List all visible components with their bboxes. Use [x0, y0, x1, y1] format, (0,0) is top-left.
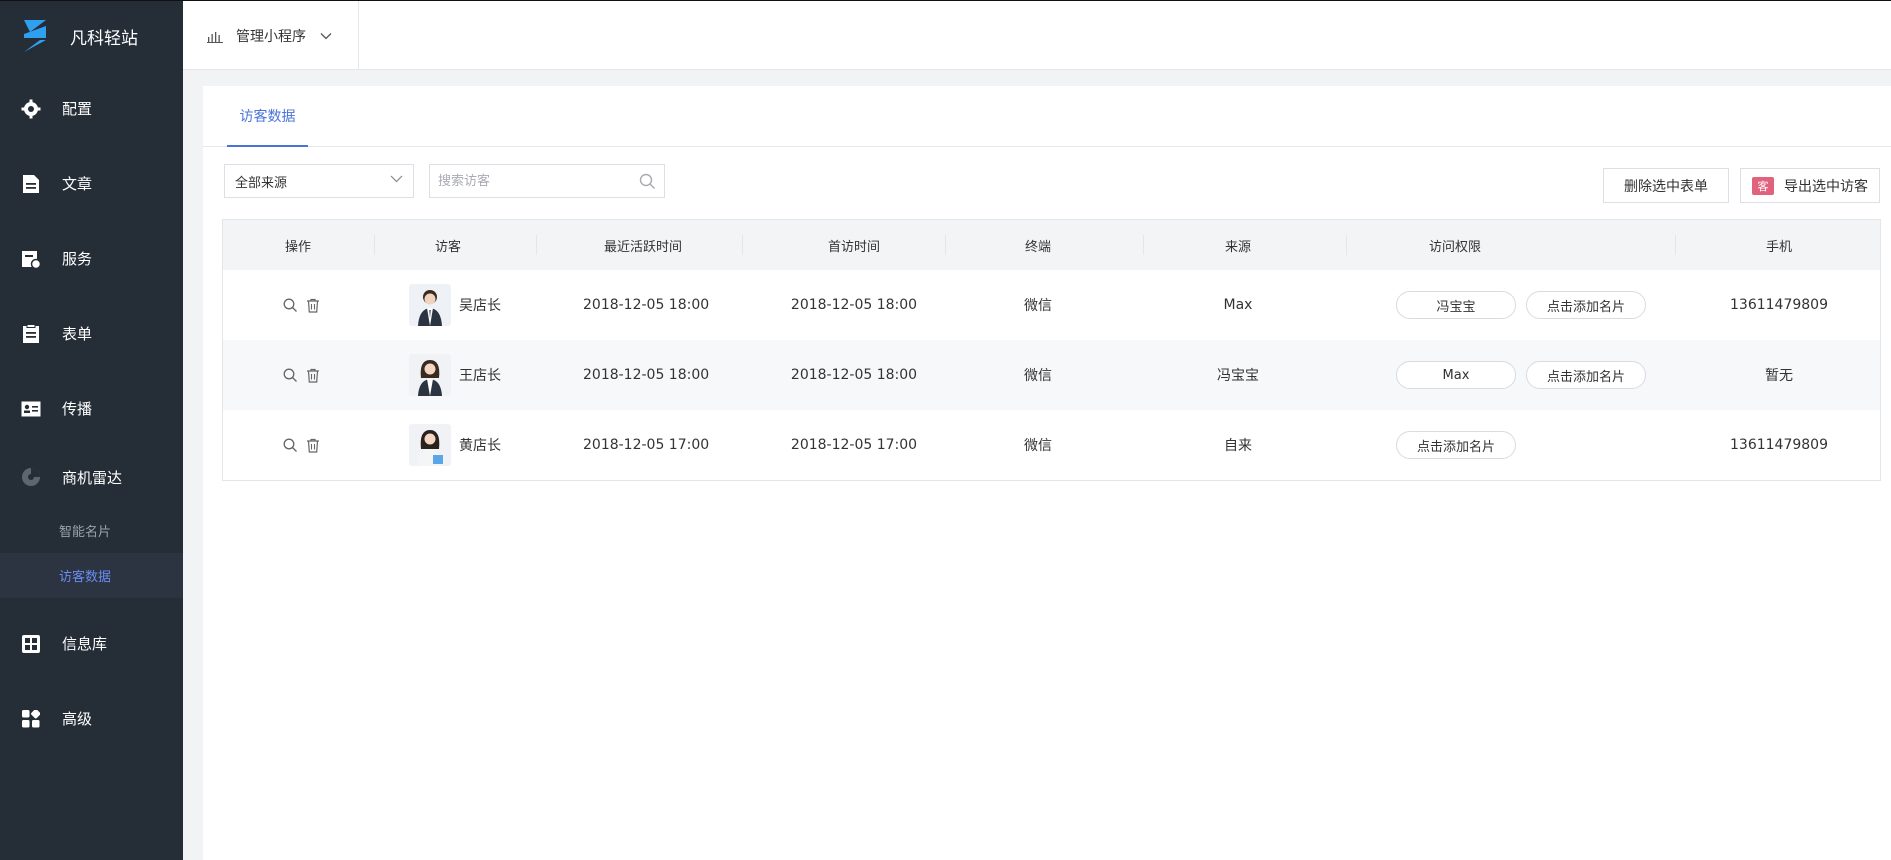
sidebar-item-label: 服务 — [62, 250, 93, 268]
terminal: 微信 — [1024, 438, 1052, 454]
document-icon — [21, 174, 41, 194]
search-icon[interactable] — [283, 368, 298, 383]
sidebar-item-label: 配置 — [62, 100, 93, 118]
sidebar-item-advanced[interactable]: 高级 — [0, 681, 183, 756]
last-active-time: 2018-12-05 18:00 — [583, 297, 710, 313]
col-header-source: 来源 — [1224, 239, 1251, 255]
first-visit-time: 2018-12-05 18:00 — [790, 297, 918, 313]
sidebar-item-articles[interactable]: 文章 — [0, 146, 183, 221]
sidebar-subitem-visitor-data[interactable]: 访客数据 — [0, 553, 183, 598]
row-actions — [276, 438, 326, 453]
visitor-name: 黄店长 — [459, 438, 501, 454]
apps-icon — [21, 709, 41, 729]
search-box — [429, 164, 665, 198]
col-header-actions: 操作 — [284, 239, 311, 255]
col-header-permissions: 访问权限 — [1428, 239, 1481, 255]
first-visit-time: 2018-12-05 18:00 — [790, 367, 918, 383]
export-selected-label: 导出选中访客 — [1784, 178, 1868, 195]
last-active-time: 2018-12-05 17:00 — [583, 437, 710, 453]
add-card-button[interactable]: 点击添加名片 — [1526, 291, 1646, 319]
col-header-last-active: 最近活跃时间 — [603, 239, 682, 255]
brand[interactable]: 凡科轻站 — [0, 1, 183, 71]
sidebar-item-label: 信息库 — [62, 635, 108, 653]
source-select[interactable]: 全部来源 — [224, 164, 414, 198]
chevron-down-icon — [390, 175, 403, 183]
visitor-table: 操作 访客 最近活跃时间 首访时间 终端 来源 访问权限 手机 吴店长 2018… — [222, 219, 1881, 481]
sidebar-item-info-library[interactable]: 信息库 — [0, 606, 183, 681]
source-select-value: 全部来源 — [235, 175, 288, 191]
row-actions — [276, 298, 326, 313]
search-input[interactable] — [430, 166, 630, 196]
source: 冯宝宝 — [1217, 368, 1259, 384]
col-header-first-visit: 首访时间 — [827, 239, 880, 255]
service-icon — [21, 249, 41, 269]
radar-icon — [21, 467, 41, 487]
phone: 暂无 — [1765, 368, 1793, 384]
sidebar-item-label: 高级 — [62, 710, 93, 728]
col-header-phone: 手机 — [1765, 239, 1792, 255]
phone: 13611479809 — [1730, 437, 1828, 453]
export-badge-icon: 客 — [1752, 176, 1774, 195]
app-switch-label: 管理小程序 — [236, 28, 306, 45]
search-icon[interactable] — [283, 438, 298, 453]
grid-icon — [21, 634, 41, 654]
tab-bar: 访客数据 — [203, 86, 1891, 147]
source: 自来 — [1224, 438, 1252, 454]
sidebar-item-label: 商机雷达 — [62, 468, 123, 487]
delete-selected-button[interactable]: 删除选中表单 — [1603, 168, 1729, 203]
col-header-visitor: 访客 — [434, 239, 461, 255]
sidebar-subitem-label: 智能名片 — [59, 525, 112, 540]
bar-chart-icon — [207, 31, 223, 43]
sidebar: 凡科轻站 配置 文章 服务 表单 传播 商机雷达 智能名片 访客数据 信息库 高… — [0, 0, 183, 860]
sidebar-item-services[interactable]: 服务 — [0, 221, 183, 296]
permission-tag[interactable]: Max — [1396, 361, 1516, 389]
tab-visitor-data[interactable]: 访客数据 — [227, 86, 308, 147]
chevron-down-icon — [320, 32, 332, 39]
avatar — [409, 354, 451, 396]
trash-icon[interactable] — [306, 438, 320, 453]
topbar: 管理小程序 — [183, 0, 1891, 70]
sidebar-item-config[interactable]: 配置 — [0, 71, 183, 146]
main-panel: 访客数据 全部来源 删除选中表单 客 导出选中访客 操作 访客 最近活跃时间 首… — [203, 86, 1891, 860]
avatar — [409, 424, 451, 466]
trash-icon[interactable] — [306, 368, 320, 383]
source: Max — [1223, 297, 1253, 313]
phone: 13611479809 — [1730, 297, 1828, 313]
sidebar-item-spread[interactable]: 传播 — [0, 371, 183, 446]
sidebar-item-label: 文章 — [62, 175, 93, 193]
form-icon — [21, 323, 41, 344]
row-actions — [276, 368, 326, 383]
permission-tag[interactable]: 冯宝宝 — [1396, 291, 1516, 319]
card-icon — [21, 399, 41, 419]
sidebar-item-label: 传播 — [62, 400, 93, 418]
table-header: 操作 访客 最近活跃时间 首访时间 终端 来源 访问权限 手机 — [223, 220, 1880, 270]
brand-name: 凡科轻站 — [70, 28, 138, 49]
table-row: 王店长 2018-12-05 18:00 2018-12-05 18:00 微信… — [223, 340, 1880, 410]
table-row: 黄店长 2018-12-05 17:00 2018-12-05 17:00 微信… — [223, 410, 1880, 480]
add-card-button[interactable]: 点击添加名片 — [1526, 361, 1646, 389]
export-selected-button[interactable]: 客 导出选中访客 — [1740, 168, 1880, 203]
avatar — [409, 284, 451, 326]
last-active-time: 2018-12-05 18:00 — [583, 367, 710, 383]
app-switch-dropdown[interactable]: 管理小程序 — [183, 1, 359, 70]
visitor-name: 吴店长 — [459, 298, 501, 314]
search-icon[interactable] — [639, 173, 656, 190]
brand-logo-icon — [24, 20, 46, 52]
col-header-terminal: 终端 — [1024, 239, 1051, 255]
table-row: 吴店长 2018-12-05 18:00 2018-12-05 18:00 微信… — [223, 270, 1880, 340]
search-icon[interactable] — [283, 298, 298, 313]
trash-icon[interactable] — [306, 298, 320, 313]
terminal: 微信 — [1024, 368, 1052, 384]
sidebar-item-radar[interactable]: 商机雷达 — [0, 446, 183, 508]
sidebar-item-forms[interactable]: 表单 — [0, 296, 183, 371]
sidebar-item-label: 表单 — [62, 325, 93, 343]
sidebar-subitem-smart-card[interactable]: 智能名片 — [0, 508, 183, 553]
sidebar-subitem-label: 访客数据 — [59, 570, 112, 585]
first-visit-time: 2018-12-05 17:00 — [790, 437, 918, 453]
terminal: 微信 — [1024, 298, 1052, 314]
add-card-button[interactable]: 点击添加名片 — [1396, 431, 1516, 459]
gear-icon — [21, 99, 41, 119]
visitor-name: 王店长 — [459, 368, 501, 384]
